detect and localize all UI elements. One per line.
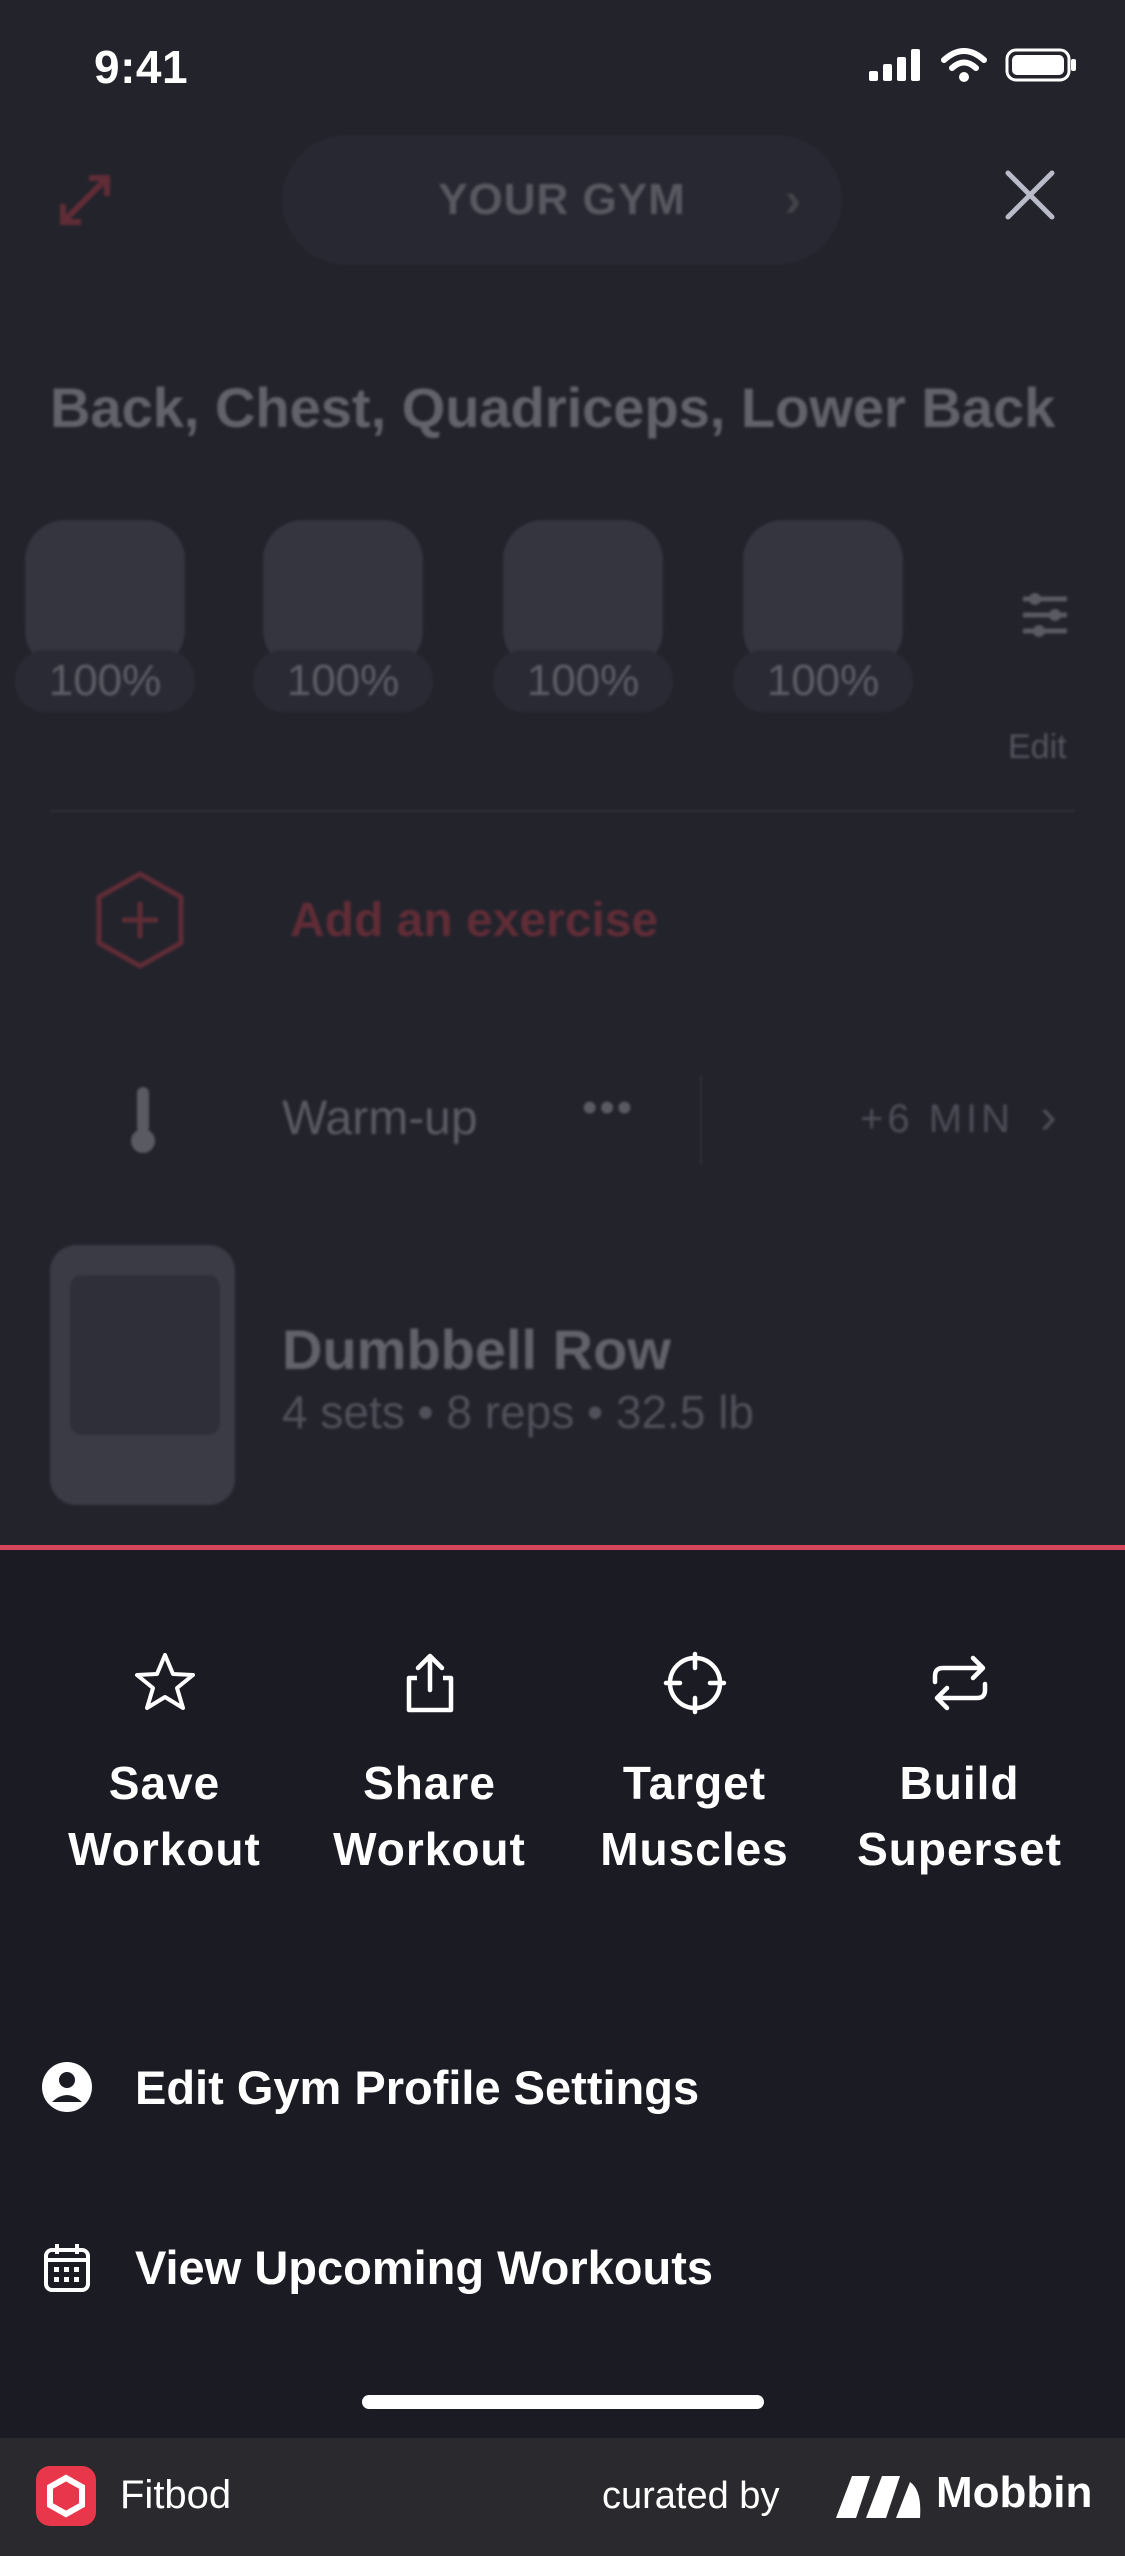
signal-icon [869,49,920,81]
back-muscle-icon [25,520,185,670]
calendar-icon [40,2240,94,2294]
build-superset-line1: Build [899,1757,1020,1809]
wifi-icon [941,48,987,82]
exercise-image [70,1275,220,1435]
build-superset-line2: Superset [857,1823,1062,1875]
workout-screen-dimmed: YOUR GYM › Back, Chest, Quadriceps, Lowe… [0,0,1125,1545]
save-workout-line1: Save [108,1757,221,1809]
divider [50,810,1075,812]
target-muscles-line1: Target [622,1757,767,1809]
warmup-label: Warm-up [282,1092,478,1145]
thermometer-icon [128,1085,158,1155]
status-bar: 9:41 [0,0,1125,140]
share-workout-line2: Workout [333,1823,526,1875]
muscle-groups-title: Back, Chest, Quadriceps, Lower Back [50,376,1056,439]
save-workout-label: Save Workout [32,1750,297,1882]
exercise-meta: 4 sets • 8 reps • 32.5 lb [282,1386,755,1438]
muscle-percent: 100% [15,650,195,712]
exercise-name: Dumbbell Row [282,1318,671,1381]
muscle-percent: 100% [493,650,673,712]
sliders-icon [1015,585,1075,645]
build-superset-button[interactable]: Build Superset [827,1650,1092,1910]
gym-selector-label: YOUR GYM [438,175,686,224]
status-icons [869,48,1077,82]
expand-icon [55,170,115,230]
share-icon [397,1650,463,1716]
curated-by-label: curated by [602,2475,780,2517]
mobbin-logo-icon [832,2470,926,2522]
chevron-right-icon: › [1040,1088,1057,1144]
menu-item-label: Edit Gym Profile Settings [135,2061,700,2114]
muscle-percent: 100% [253,650,433,712]
muscle-percent: 100% [733,650,913,712]
battery-icon [1005,48,1076,82]
target-muscles-label: Target Muscles [562,1750,827,1882]
share-workout-line1: Share [363,1757,496,1809]
close-icon [1005,170,1055,220]
chevron-right-icon: › [785,174,802,227]
user-circle-icon [40,2060,94,2114]
app-name: Fitbod [120,2473,232,2517]
exercise-thumbnail [50,1245,235,1505]
view-upcoming-workouts-item[interactable]: View Upcoming Workouts [0,2215,1125,2325]
edit-label: Edit [1008,728,1067,766]
share-workout-label: Share Workout [297,1750,562,1882]
mobbin-brand: Mobbin [936,2468,1093,2517]
share-workout-button[interactable]: Share Workout [297,1650,562,1910]
chest-muscle-icon [263,520,423,670]
save-workout-line2: Workout [68,1823,261,1875]
menu-item-label: View Upcoming Workouts [135,2241,713,2294]
warmup-row: Warm-up ••• +6 MIN › [0,1075,1125,1165]
muscle-item: 100% [253,520,433,720]
muscle-row: 100% 100% 100% 100% [0,520,1125,720]
edit-gym-profile-settings-item[interactable]: Edit Gym Profile Settings [0,2035,1125,2145]
add-exercise-label: Add an exercise [290,894,659,947]
save-workout-button[interactable]: Save Workout [32,1650,297,1910]
fitbod-logo-icon [36,2466,96,2526]
add-hexagon-icon [95,870,185,970]
muscle-item: 100% [15,520,195,720]
status-time: 9:41 [94,41,189,93]
warmup-time: +6 MIN [860,1097,1015,1141]
muscle-item: 100% [733,520,913,720]
star-icon [132,1650,198,1716]
warmup-separator [700,1075,702,1165]
close-button[interactable] [1000,165,1060,225]
quick-actions: Save Workout Share Workout Target Muscle… [0,1650,1125,1910]
build-superset-label: Build Superset [827,1750,1092,1882]
repeat-icon [927,1650,993,1716]
footer-bar: Fitbod curated by Mobbin [0,2438,1125,2556]
more-dots-icon: ••• [582,1083,635,1132]
muscle-item: 100% [493,520,673,720]
target-icon [662,1650,728,1716]
quadriceps-muscle-icon [503,520,663,670]
gym-selector: YOUR GYM › [282,135,842,265]
lower-back-muscle-icon [743,520,903,670]
home-indicator[interactable] [362,2395,764,2409]
target-muscles-line2: Muscles [600,1823,789,1875]
background-overlay[interactable]: YOUR GYM › Back, Chest, Quadriceps, Lowe… [0,0,1125,1545]
action-sheet: Save Workout Share Workout Target Muscle… [0,1545,1125,2438]
target-muscles-button[interactable]: Target Muscles [562,1650,827,1910]
